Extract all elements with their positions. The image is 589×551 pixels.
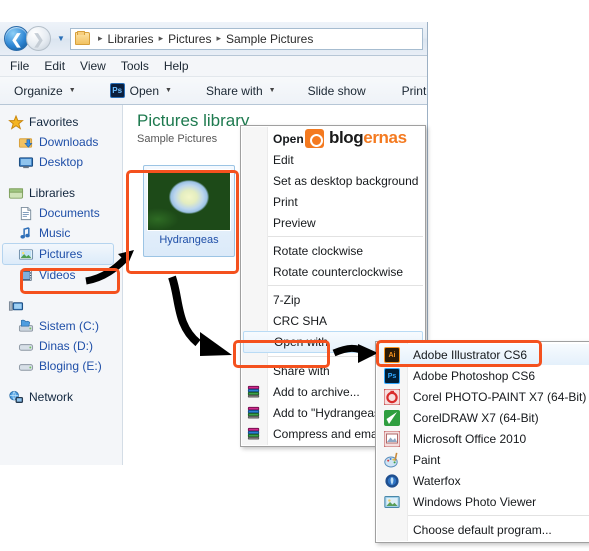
- annotation-arrows: [85, 250, 378, 363]
- arrow-to-thumbnail: [85, 250, 134, 285]
- arrow-openwith-to-illustrator: [332, 344, 378, 363]
- arrow-thumbnail-to-openwith: [168, 275, 232, 356]
